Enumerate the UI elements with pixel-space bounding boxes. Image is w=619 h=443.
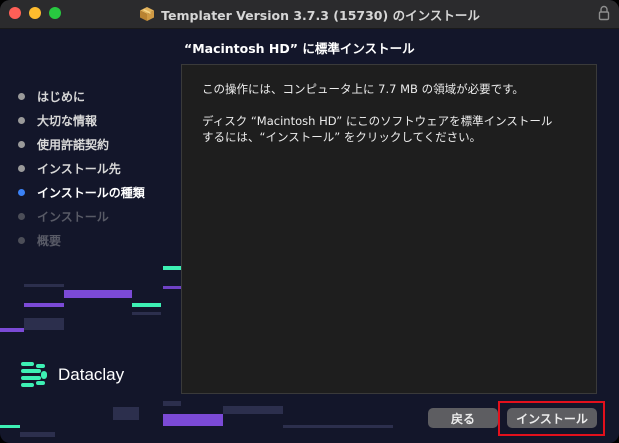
step-dot-icon [18,212,25,220]
package-icon [140,7,155,21]
step-dot-icon [18,92,25,100]
brand-lockup: Dataclay [19,360,124,390]
installer-window: Templater Version 3.7.3 (15730) のインストール … [0,0,619,443]
sidebar-step-label: インストール [37,209,109,224]
brand-name: Dataclay [58,365,125,384]
sidebar-step-label: 大切な情報 [37,113,98,128]
sidebar-step-read-me: 大切な情報 [18,108,168,132]
sidebar-step-installation-type: インストールの種類 [18,180,168,204]
sidebar-step-label: インストールの種類 [37,185,145,200]
sidebar-step-destination: インストール先 [18,156,168,180]
sidebar-step-label: はじめに [37,89,86,104]
lock-icon[interactable] [598,5,610,21]
install-button-highlight [498,401,605,436]
install-info-panel: この操作には、コンピュータ上に 7.7 MB の領域が必要です。 ディスク “M… [181,64,597,394]
step-dot-icon [18,236,25,244]
window-title: Templater Version 3.7.3 (15730) のインストール [161,7,480,23]
sidebar-step-installation: インストール [18,204,168,228]
install-info-text: この操作には、コンピュータ上に 7.7 MB の領域が必要です。 ディスク “M… [202,81,582,145]
installer-steps-sidebar: はじめに 大切な情報 使用許諾契約 インストール先 インストールの種類 インスト… [18,84,168,252]
step-dot-icon [18,116,25,124]
sidebar-step-summary: 概要 [18,228,168,252]
sidebar-step-label: インストール先 [37,161,121,176]
sidebar-step-label: 使用許諾契約 [37,137,110,152]
sidebar-step-license: 使用許諾契約 [18,132,168,156]
sidebar-step-introduction: はじめに [18,84,168,108]
install-instruction-message: ディスク “Macintosh HD” にこのソフトウェアを標準インストール す… [202,114,553,144]
step-dot-icon [18,164,25,172]
window-title-group: Templater Version 3.7.3 (15730) のインストール [0,0,619,28]
disk-space-message: この操作には、コンピュータ上に 7.7 MB の領域が必要です。 [202,82,524,96]
title-bar: Templater Version 3.7.3 (15730) のインストール [0,0,619,29]
step-dot-icon [18,188,25,196]
dataclay-logo-icon [21,362,47,387]
step-dot-icon [18,140,25,148]
sidebar-step-label: 概要 [37,233,62,248]
install-type-heading: “Macintosh HD” に標準インストール [184,41,415,56]
back-button[interactable]: 戻る [428,408,498,428]
